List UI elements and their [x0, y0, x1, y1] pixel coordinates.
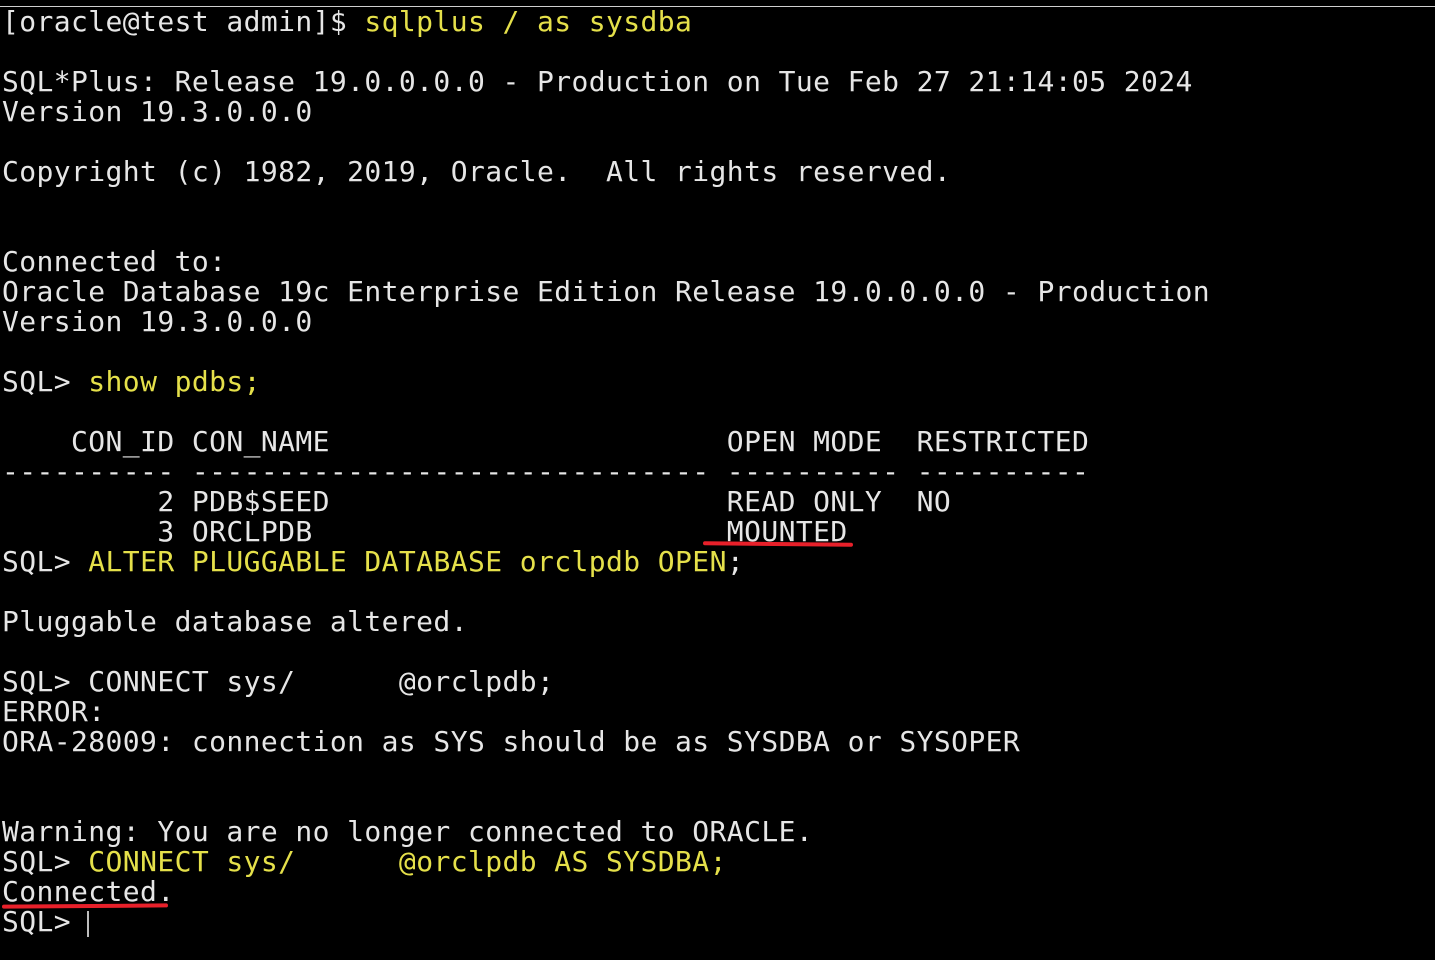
output-text: Warning: You are no longer connected to … [2, 815, 814, 848]
sql-prompt: SQL> [2, 905, 89, 938]
sql-prompt: SQL> [2, 365, 89, 398]
table-header: CON_ID CON_NAME OPEN MODE RESTRICTED [2, 425, 1090, 458]
sql-command: show pdbs; [88, 365, 261, 398]
output-text: Oracle Database 19c Enterprise Edition R… [2, 275, 1211, 308]
sqlplus-release-line: SQL*Plus: Release 19.0.0.0.0 - Productio… [2, 67, 1193, 97]
warning-line: Warning: You are no longer connected to … [2, 817, 813, 847]
output-text: Version 19.3.0.0.0 [2, 305, 313, 338]
output-text: SQL*Plus: Release 19.0.0.0.0 - Productio… [2, 65, 1193, 98]
table-row-text: 2 PDB$SEED READ ONLY NO [2, 485, 952, 518]
connected-to-line: Connected to: [2, 247, 226, 277]
database-edition-line: Oracle Database 19c Enterprise Edition R… [2, 277, 1210, 307]
table-separator: ---------- -----------------------------… [2, 455, 1090, 488]
sql-prompt: SQL> [2, 545, 89, 578]
sql-command: ALTER PLUGGABLE DATABASE orclpdb OPEN [88, 545, 727, 578]
shell-command: sqlplus / as sysdba [364, 6, 693, 38]
output-text: Connected to: [2, 245, 227, 278]
connected-line: Connected. [2, 877, 175, 907]
table-row: 2 PDB$SEED READ ONLY NO [2, 487, 951, 517]
sql-command-line: SQL> CONNECT sys/ @orclpdb; [2, 667, 554, 697]
sql-command-text: SQL> CONNECT sys/ @orclpdb; [2, 665, 555, 698]
output-text: Copyright (c) 1982, 2019, Oracle. All ri… [2, 155, 952, 188]
error-message-line: ORA-28009: connection as SYS should be a… [2, 727, 1020, 757]
copyright-line: Copyright (c) 1982, 2019, Oracle. All ri… [2, 157, 951, 187]
shell-prompt-line: [oracle@test admin]$ sqlplus / as sysdba [2, 7, 692, 37]
error-label-line: ERROR: [2, 697, 106, 727]
output-text: ORA-28009: connection as SYS should be a… [2, 725, 1021, 758]
output-text: ERROR: [2, 695, 106, 728]
sql-command-line: SQL> show pdbs; [2, 367, 261, 397]
shell-prompt: [oracle@test admin]$ [2, 6, 365, 38]
sqlplus-version-line: Version 19.3.0.0.0 [2, 97, 313, 127]
database-version-line: Version 19.3.0.0.0 [2, 307, 313, 337]
text-cursor [87, 911, 89, 937]
table-separator-row: ---------- -----------------------------… [2, 457, 1089, 487]
altered-message-line: Pluggable database altered. [2, 607, 468, 637]
output-text: Version 19.3.0.0.0 [2, 95, 313, 128]
sql-command-line: SQL> ALTER PLUGGABLE DATABASE orclpdb OP… [2, 547, 744, 577]
output-text: Pluggable database altered. [2, 605, 468, 638]
sql-command: CONNECT sys/ @orclpdb AS SYSDBA; [88, 845, 727, 878]
terminal-window[interactable]: [oracle@test admin]$ sqlplus / as sysdba… [0, 6, 1435, 960]
sql-terminator: ; [726, 545, 745, 578]
sql-prompt: SQL> [2, 845, 89, 878]
sql-prompt-line[interactable]: SQL> [2, 907, 88, 937]
table-header-row: CON_ID CON_NAME OPEN MODE RESTRICTED [2, 427, 1089, 457]
sql-command-line: SQL> CONNECT sys/ @orclpdb AS SYSDBA; [2, 847, 727, 877]
